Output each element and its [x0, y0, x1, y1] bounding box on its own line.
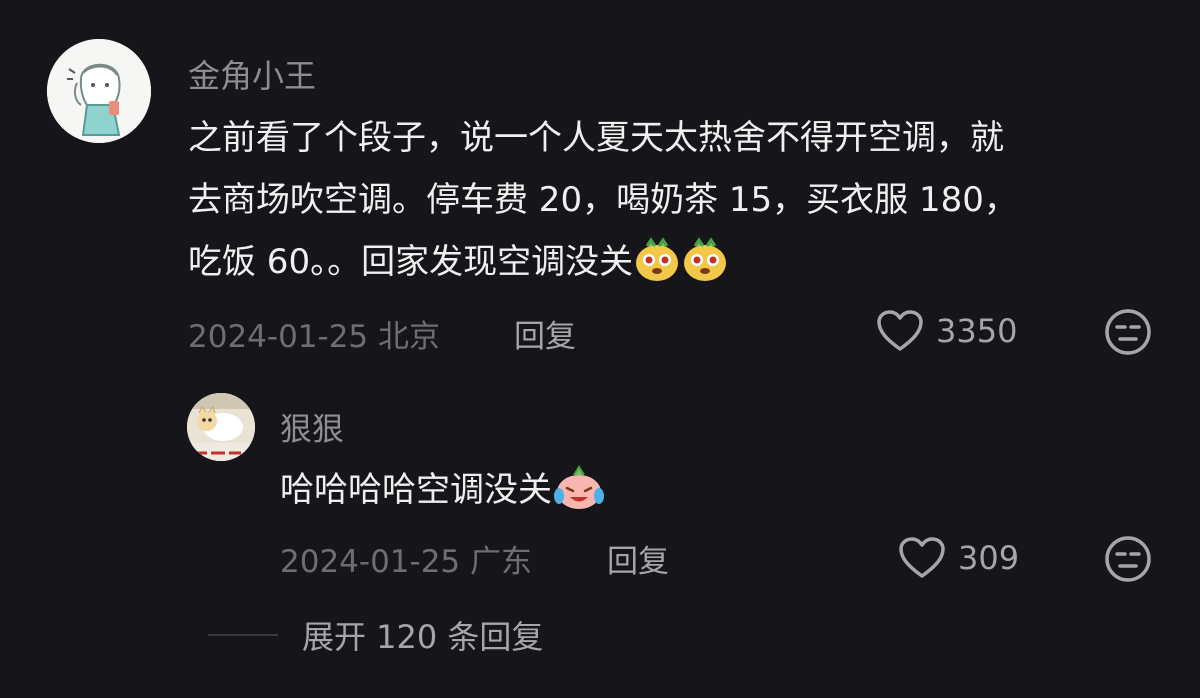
comment-text-line: 去商场吹空调。停车费 20，喝奶茶 15，买衣服 180， [188, 180, 1018, 220]
user-avatar[interactable] [47, 39, 151, 143]
comment-text-line: 吃饭 60。。回家发现空调没关 [188, 231, 1018, 293]
comment-text: 之前看了个段子，说一个人夏天太热舍不得开空调，就 去商场吹空调。停车费 20，喝… [188, 107, 1018, 293]
reply-like-count: 309 [958, 539, 1020, 577]
expand-divider [208, 634, 278, 636]
reply-location: 广东 [470, 544, 533, 580]
reply-username[interactable]: 狠狠 [280, 404, 344, 450]
reply-date: 2024-01-25 [280, 544, 461, 580]
comment-username[interactable]: 金角小王 [188, 51, 316, 97]
reply-reply-button[interactable]: 回复 [607, 536, 669, 581]
crying-laughing-emoji [552, 464, 606, 512]
comment-location: 北京 [378, 319, 441, 355]
dog-face-emoji [681, 236, 729, 284]
unamused-face-icon[interactable] [1104, 308, 1152, 356]
like-button[interactable]: 3350 [876, 309, 1017, 353]
comment: 金角小王 之前看了个段子，说一个人夏天太热舍不得开空调，就 去商场吹空调。停车费… [0, 0, 1200, 380]
dog-face-emoji [633, 236, 681, 284]
expand-replies-button[interactable]: 展开 120 条回复 [302, 612, 543, 658]
reply-text-line: 哈哈哈哈空调没关 [280, 459, 606, 521]
reply-text-line-text: 哈哈哈哈空调没关 [280, 470, 552, 510]
comment-text-line: 之前看了个段子，说一个人夏天太热舍不得开空调，就 [188, 118, 1004, 158]
heart-icon [876, 309, 924, 353]
comment-date: 2024-01-25 [188, 319, 369, 355]
reply-text: 哈哈哈哈空调没关 [280, 459, 606, 521]
unamused-face-icon[interactable] [1104, 535, 1152, 583]
reply-like-button[interactable]: 309 [898, 536, 1019, 580]
reply: 狠狠 哈哈哈哈空调没关 2024-01-25 广东 回复 309 [0, 380, 1200, 600]
reply-meta: 2024-01-25 广东 [280, 536, 532, 581]
comment-text-line-text: 吃饭 60。。回家发现空调没关 [188, 242, 634, 282]
reply-user-avatar[interactable] [187, 393, 255, 461]
like-count: 3350 [936, 312, 1018, 350]
heart-icon [898, 536, 946, 580]
reply-button[interactable]: 回复 [514, 311, 576, 356]
comment-meta: 2024-01-25 北京 [188, 311, 440, 356]
